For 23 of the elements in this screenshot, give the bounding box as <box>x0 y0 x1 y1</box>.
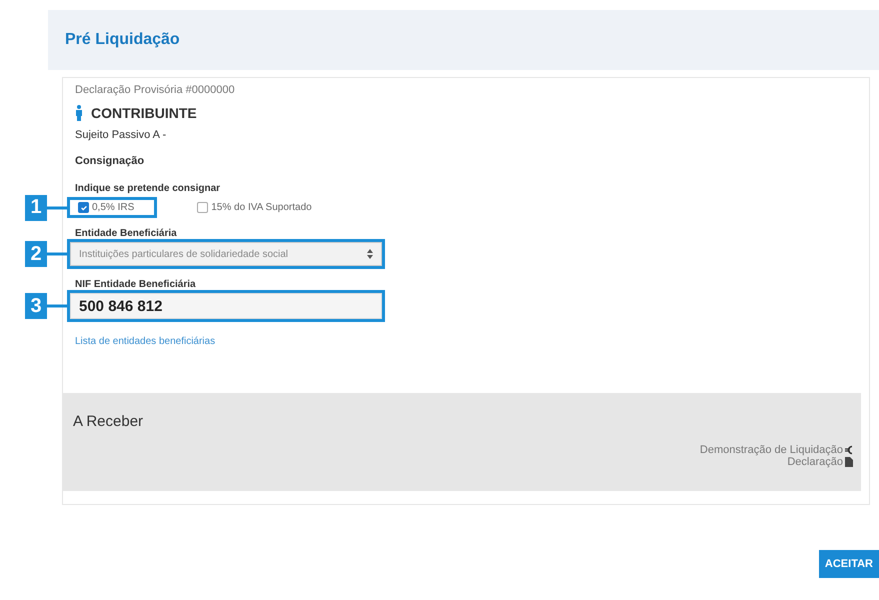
callout-number: 3 <box>25 293 47 319</box>
field-label: NIF Entidade Beneficiária <box>75 279 196 290</box>
person-icon <box>75 105 83 121</box>
callout-number: 1 <box>25 194 47 220</box>
checkbox-option[interactable]: 15% do IVA Suportado <box>197 202 312 213</box>
taxpayer-name: Sujeito Passivo A - <box>75 129 166 141</box>
field-label: Indique se pretende consignar <box>75 183 220 194</box>
document-link[interactable]: Demonstração de Liquidação <box>700 444 853 456</box>
document-link[interactable]: Declaração <box>787 456 853 468</box>
document-icon <box>845 457 853 467</box>
summary-title: A Receber <box>73 413 144 430</box>
accept-button[interactable]: ACEITAR <box>818 550 879 578</box>
link[interactable]: Lista de entidades beneficiárias <box>75 336 216 347</box>
page-title: Pré Liquidação <box>65 31 180 49</box>
section-heading: CONTRIBUINTE <box>91 105 197 121</box>
dropdown-field[interactable]: Instituições particulares de solidariedade social <box>70 242 382 266</box>
dropdown-arrows-icon <box>367 249 373 259</box>
callout-number: 2 <box>25 241 47 267</box>
field-label: Entidade Beneficiária <box>75 228 177 239</box>
check-icon <box>80 204 88 212</box>
input-field[interactable]: 500 846 812 <box>70 293 382 319</box>
section-heading: Consignação <box>75 155 144 167</box>
declaration-label: Declaração Provisória #0000000 <box>75 84 235 96</box>
